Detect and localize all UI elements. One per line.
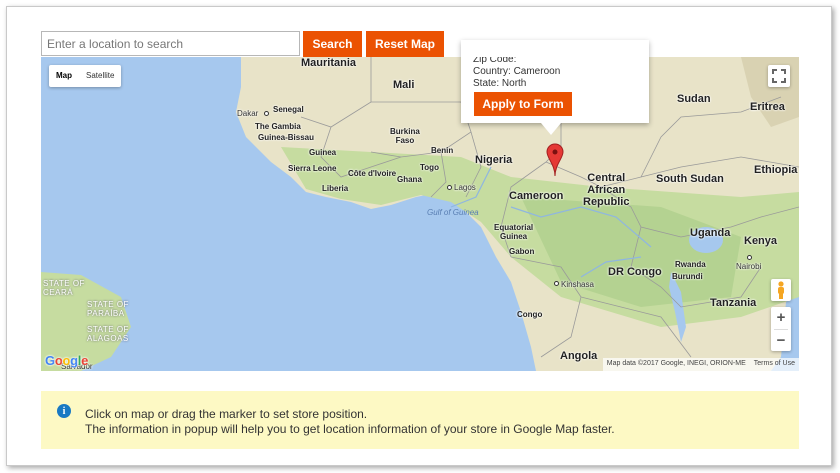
label-gambia: The Gambia [255, 122, 301, 131]
help-notice: i Click on map or drag the marker to set… [41, 391, 799, 449]
city-dot-lagos [447, 185, 452, 190]
label-liberia: Liberia [322, 184, 349, 193]
zoom-out-button[interactable]: − [771, 330, 791, 352]
map-type-satellite-button[interactable]: Satellite [79, 65, 121, 87]
label-benin: Benin [431, 146, 454, 155]
label-congo: Congo [517, 310, 543, 319]
location-marker-icon[interactable] [546, 143, 564, 177]
label-burkina-faso: Burkina Faso [390, 127, 420, 145]
map-type-map-button[interactable]: Map [49, 65, 79, 87]
label-dakar: Dakar [237, 109, 259, 118]
pegman-icon [778, 281, 784, 299]
label-tanzania: Tanzania [710, 297, 757, 309]
label-equatorial-guinea: Equatorial Guinea [494, 223, 534, 241]
google-logo: Google [45, 353, 89, 368]
street-view-pegman-button[interactable] [771, 279, 791, 301]
label-kinshasa: Kinshasa [561, 280, 594, 289]
label-gabon: Gabon [509, 247, 535, 256]
popup-state: State: North [473, 78, 527, 89]
fullscreen-button[interactable] [768, 65, 790, 87]
label-eritrea: Eritrea [750, 101, 785, 113]
popup-country: Country: Cameroon [473, 66, 561, 77]
label-south-sudan: South Sudan [656, 173, 724, 185]
label-sudan: Sudan [677, 93, 711, 105]
notice-line-2: The information in popup will help you t… [85, 422, 615, 436]
label-mali: Mali [393, 79, 415, 91]
label-mauritania: Mauritania [301, 57, 357, 69]
label-ghana: Ghana [397, 175, 422, 184]
label-togo: Togo [420, 163, 439, 172]
label-angola: Angola [560, 350, 598, 362]
label-rwanda: Rwanda [675, 260, 706, 269]
label-sierra-leone: Sierra Leone [288, 164, 337, 173]
label-ethiopia: Ethiopia [754, 164, 798, 176]
terms-of-use-link[interactable]: Terms of Use [750, 358, 799, 371]
city-dot-kinshasa [554, 281, 559, 286]
label-state-paraiba: STATE OF PARAÍBA [87, 300, 129, 318]
fullscreen-icon [772, 69, 786, 83]
label-dr-congo: DR Congo [608, 266, 662, 278]
popup-tail [541, 123, 561, 135]
notice-text: Click on map or drag the marker to set s… [85, 407, 615, 437]
label-senegal: Senegal [273, 105, 304, 114]
location-search-input[interactable] [41, 31, 300, 56]
label-guinea-bissau: Guinea-Bissau [258, 133, 315, 142]
search-button[interactable]: Search [303, 31, 362, 57]
label-cote-divoire: Côte d'Ivoire [348, 169, 397, 178]
notice-line-1: Click on map or drag the marker to set s… [85, 407, 368, 421]
apply-to-form-button[interactable]: Apply to Form [474, 92, 572, 116]
label-uganda: Uganda [690, 227, 731, 239]
google-map[interactable]: Mauritania Mali Senegal Dakar The Gambia… [41, 57, 799, 371]
city-dot-nairobi [747, 255, 752, 260]
label-gulf-of-guinea: Gulf of Guinea [427, 208, 479, 217]
label-guinea: Guinea [309, 148, 337, 157]
city-dot-dakar [264, 111, 269, 116]
info-icon: i [57, 404, 71, 418]
label-lagos: Lagos [454, 183, 476, 192]
label-burundi: Burundi [672, 272, 703, 281]
reset-map-button[interactable]: Reset Map [366, 31, 444, 57]
popup-clip-area [461, 40, 649, 57]
map-attribution: Map data ©2017 Google, INEGI, ORION-ME T… [602, 358, 799, 371]
map-type-control: Map Satellite [49, 65, 122, 87]
label-nairobi: Nairobi [736, 262, 762, 271]
zoom-control: + − [771, 307, 791, 351]
label-nigeria: Nigeria [475, 154, 513, 166]
label-state-alagoas: STATE OF ALAGOAS [87, 325, 129, 343]
label-kenya: Kenya [744, 235, 778, 247]
map-data-text: Map data ©2017 Google, INEGI, ORION-ME [606, 360, 746, 367]
label-state-ceara: STATE OF CEARÁ [43, 279, 85, 297]
zoom-in-button[interactable]: + [771, 307, 791, 329]
label-central-african-republic: Central African Republic [583, 172, 630, 208]
label-cameroon: Cameroon [509, 190, 564, 202]
